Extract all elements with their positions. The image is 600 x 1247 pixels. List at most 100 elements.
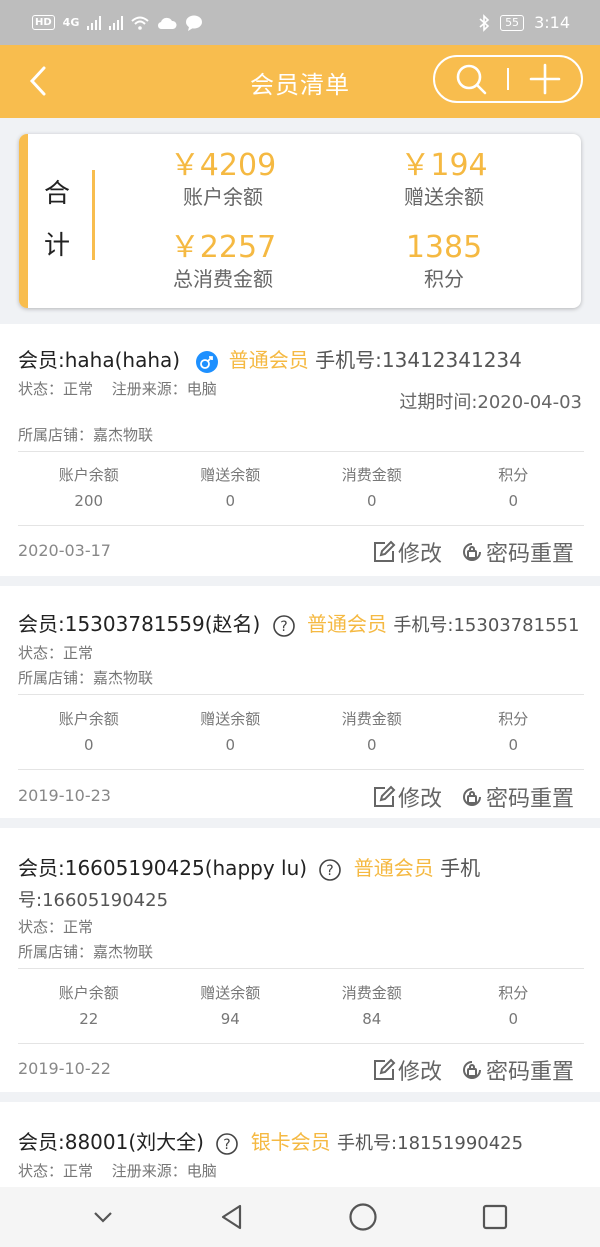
divider xyxy=(18,1043,584,1044)
add-member-button[interactable] xyxy=(509,57,581,101)
reset-password-button[interactable]: 密码重置 xyxy=(460,1054,574,1086)
edit-icon xyxy=(372,540,396,564)
summary-divider xyxy=(92,170,95,260)
stat-label: 赠送余额 xyxy=(404,185,484,209)
signal-icon-2 xyxy=(109,15,124,30)
lock-reset-icon xyxy=(460,785,484,809)
member-status: 状态：正常 xyxy=(18,1162,94,1180)
message-icon xyxy=(185,15,203,31)
divider xyxy=(18,694,584,695)
member-status: 状态：正常 xyxy=(18,644,94,662)
battery-icon: 55 xyxy=(500,14,525,31)
edit-button[interactable]: 修改 xyxy=(372,536,442,568)
member-source: 注册来源：电脑 xyxy=(111,1162,217,1180)
stat-gift-balance: ￥194 赠送余额 xyxy=(349,148,539,210)
plus-icon xyxy=(528,62,562,96)
stat-spent: 消费金额 0 xyxy=(341,710,402,754)
stat-value: ￥194 xyxy=(400,148,488,183)
reset-label: 密码重置 xyxy=(485,1060,574,1085)
stat-spent: 消费金额 84 xyxy=(341,984,402,1028)
lock-reset-icon xyxy=(460,540,484,564)
wifi-icon xyxy=(131,16,150,30)
summary-stripe xyxy=(19,134,28,308)
lock-reset-icon xyxy=(460,1058,484,1082)
search-button[interactable] xyxy=(435,57,507,101)
summary-card: 合计 ￥4209 账户余额 ￥194 赠送余额 ￥2257 总消费金额 1385… xyxy=(19,134,581,308)
member-level: 普通会员 xyxy=(228,348,309,372)
back-triangle-icon[interactable] xyxy=(218,1203,246,1231)
member-phone: 手机号:13412341234 xyxy=(315,348,522,372)
network-label: 4G xyxy=(62,16,80,29)
member-expire: 过期时间:2020-04-03 xyxy=(399,392,582,413)
member-level: 普通会员 xyxy=(353,856,434,880)
reset-password-button[interactable]: 密码重置 xyxy=(460,781,574,813)
member-status: 状态：正常 xyxy=(18,918,94,936)
edit-icon xyxy=(372,1058,396,1082)
recents-square-icon[interactable] xyxy=(481,1203,509,1231)
member-name: 会员:15303781559(赵名) xyxy=(18,612,261,636)
question-icon: ? xyxy=(216,1132,239,1155)
stat-points: 积分 0 xyxy=(498,466,529,510)
stat-label: 账户余额 xyxy=(183,185,263,209)
member-phone: 手机号:18151990425 xyxy=(337,1133,524,1154)
member-name: 会员:haha(haha) xyxy=(18,348,181,372)
app-header: 会员清单 xyxy=(0,45,600,118)
edit-label: 修改 xyxy=(397,787,442,812)
stat-points: 积分 0 xyxy=(498,984,529,1028)
chevron-down-icon[interactable] xyxy=(91,1205,115,1229)
svg-text:?: ? xyxy=(327,863,334,879)
summary-label: 合计 xyxy=(43,179,70,261)
stat-gift: 赠送余额 0 xyxy=(200,466,261,510)
stat-points: 1385 积分 xyxy=(349,230,539,292)
member-card[interactable]: 会员:haha(haha) 普通会员 手机号:13412341234 状态：正常… xyxy=(0,324,600,576)
member-date: 2019-10-23 xyxy=(18,786,111,805)
member-stats: 账户余额 0 赠送余额 0 消费金额 0 积分 0 xyxy=(18,706,584,758)
stat-account: 账户余额 22 xyxy=(58,984,119,1028)
header-actions xyxy=(433,55,583,103)
edit-label: 修改 xyxy=(397,542,442,567)
svg-text:?: ? xyxy=(280,619,287,635)
divider xyxy=(18,968,584,969)
member-store: 所属店铺：嘉杰物联 xyxy=(18,943,154,961)
member-card[interactable]: 会员:16605190425(happy lu) ? 普通会员 手机 号:166… xyxy=(0,828,600,1092)
edit-button[interactable]: 修改 xyxy=(372,1054,442,1086)
member-store: 所属店铺：嘉杰物联 xyxy=(18,426,154,444)
status-bar: HD 4G 55 3:14 xyxy=(0,0,600,45)
reset-label: 密码重置 xyxy=(485,542,574,567)
member-level: 银卡会员 xyxy=(250,1130,331,1154)
system-nav-bar xyxy=(0,1187,600,1247)
divider xyxy=(18,451,584,452)
stat-account: 账户余额 200 xyxy=(58,466,119,510)
question-icon: ? xyxy=(319,858,342,881)
bluetooth-icon xyxy=(478,13,490,32)
member-level: 普通会员 xyxy=(307,612,388,636)
reset-password-button[interactable]: 密码重置 xyxy=(460,536,574,568)
stat-points: 积分 0 xyxy=(498,710,529,754)
edit-button[interactable]: 修改 xyxy=(372,781,442,813)
stat-value: ￥2257 xyxy=(169,230,277,265)
stat-account: 账户余额 0 xyxy=(58,710,119,754)
stat-gift: 赠送余额 0 xyxy=(200,710,261,754)
member-date: 2020-03-17 xyxy=(18,541,111,560)
member-store: 所属店铺：嘉杰物联 xyxy=(18,669,154,687)
member-date: 2019-10-22 xyxy=(18,1059,111,1078)
member-name: 会员:16605190425(happy lu) xyxy=(18,856,308,880)
member-phone: 手机号:15303781551 xyxy=(393,615,580,636)
member-card[interactable]: 会员:88001(刘大全) ? 银卡会员 手机号:18151990425 状态：… xyxy=(0,1102,600,1187)
clock: 3:14 xyxy=(534,13,570,32)
edit-icon xyxy=(372,785,396,809)
question-icon: ? xyxy=(272,614,295,637)
divider xyxy=(18,525,584,526)
reset-label: 密码重置 xyxy=(485,787,574,812)
member-phone-cont: 号:16605190425 xyxy=(18,890,169,911)
home-circle-icon[interactable] xyxy=(348,1202,378,1232)
member-card[interactable]: 会员:15303781559(赵名) ? 普通会员 手机号:1530378155… xyxy=(0,586,600,818)
stat-spent: 消费金额 0 xyxy=(341,466,402,510)
member-phone: 手机 xyxy=(440,856,481,880)
signal-icon xyxy=(87,15,102,30)
edit-label: 修改 xyxy=(397,1060,442,1085)
member-source: 注册来源：电脑 xyxy=(111,380,217,398)
stat-value: ￥4209 xyxy=(169,148,277,183)
member-name: 会员:88001(刘大全) xyxy=(18,1130,204,1154)
male-icon xyxy=(196,350,219,373)
